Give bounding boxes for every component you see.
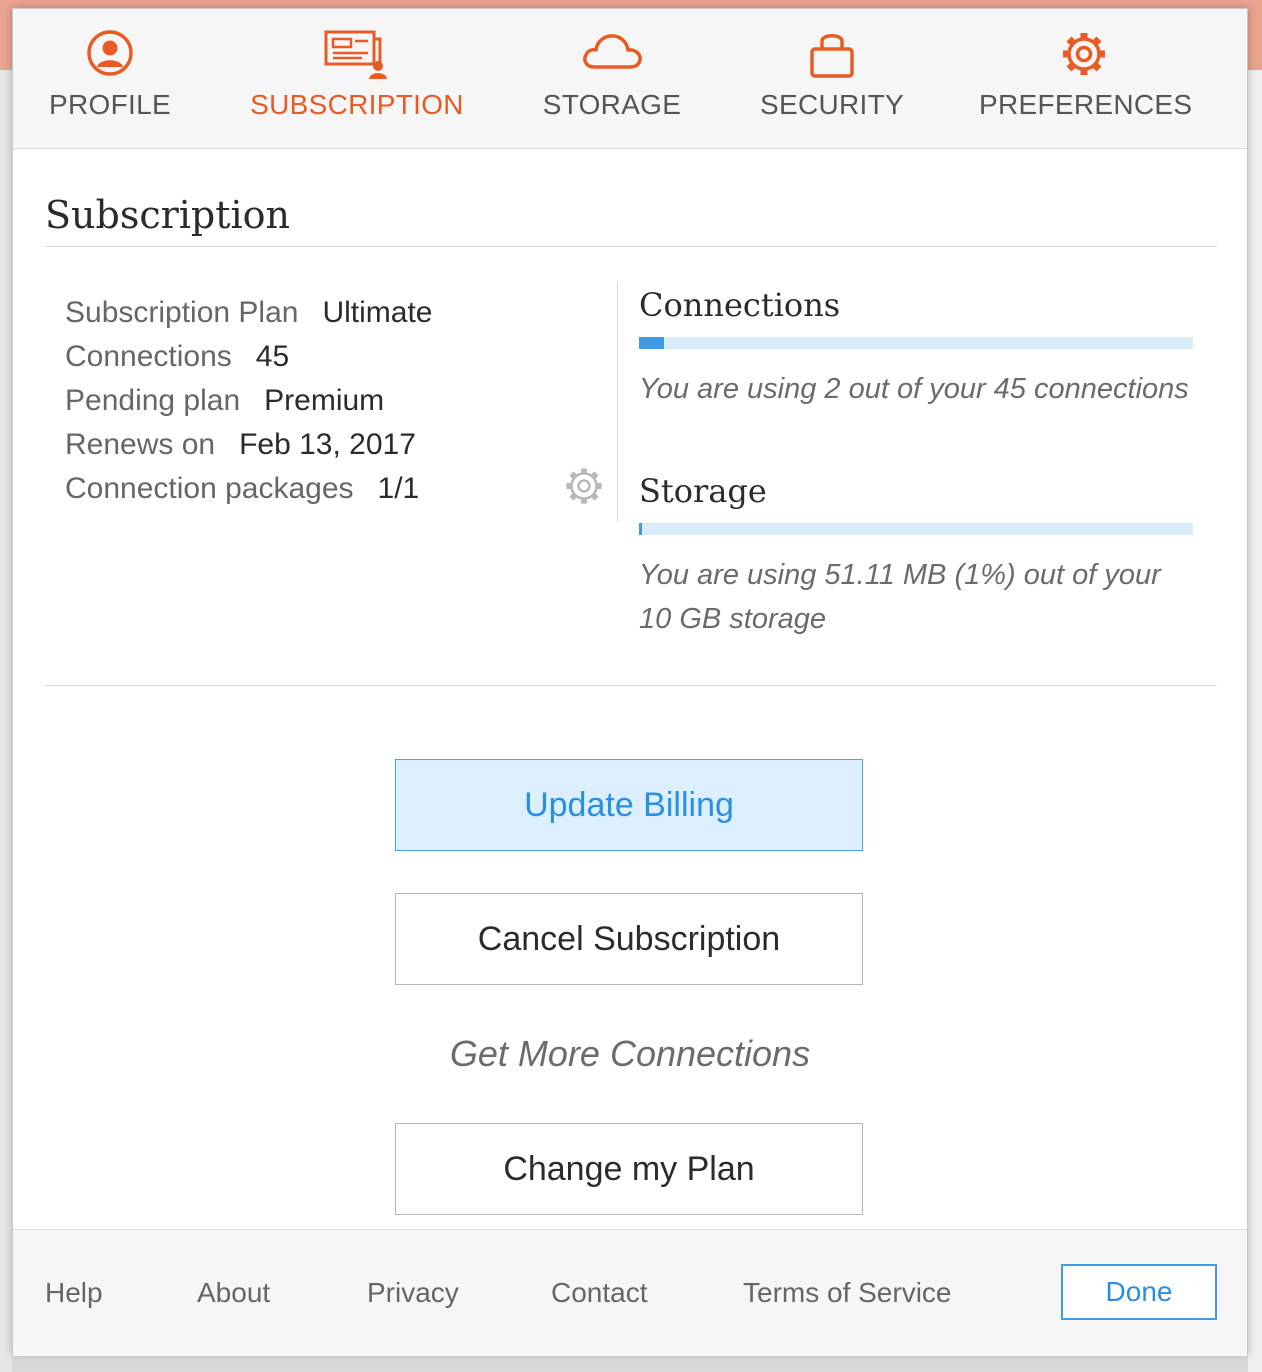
dialog-footer: Help About Privacy Contact Terms of Serv… <box>13 1229 1247 1356</box>
footer-link-contact[interactable]: Contact <box>551 1230 648 1356</box>
detail-row-connection-packages: Connection packages 1/1 <box>65 467 433 511</box>
detail-key: Connection packages <box>65 472 354 505</box>
detail-value: Ultimate <box>322 296 433 329</box>
tab-storage[interactable]: STORAGE <box>533 9 691 148</box>
settings-tab-bar: PROFILE SUBSCRIPTION STORAGE SECURITY PR… <box>13 9 1247 149</box>
storage-usage-fill <box>639 523 642 535</box>
subscription-details: Subscription Plan Ultimate Connections 45 … <box>65 291 433 511</box>
tab-security-label: SECURITY <box>760 89 904 120</box>
detail-value: 45 <box>255 340 290 373</box>
cloud-icon <box>583 34 642 69</box>
package-settings-gear-icon[interactable] <box>563 465 605 507</box>
detail-value: Feb 13, 2017 <box>239 428 416 461</box>
connections-usage: Connections You are using 2 out of your … <box>639 281 1193 411</box>
page-title: Subscription <box>45 193 291 237</box>
detail-key: Renews on <box>65 428 216 461</box>
detail-key: Subscription Plan <box>65 296 299 329</box>
background-window-right <box>1248 70 1262 1372</box>
detail-row-plan: Subscription Plan Ultimate <box>65 291 433 335</box>
tab-subscription-label: SUBSCRIPTION <box>250 89 464 120</box>
tab-profile-label: PROFILE <box>49 89 171 120</box>
gear-icon <box>1063 33 1105 75</box>
detail-key: Connections <box>65 340 232 373</box>
storage-usage-title: Storage <box>639 472 767 510</box>
connections-usage-bar <box>639 337 1193 349</box>
user-circle-icon <box>87 30 133 76</box>
storage-usage-bar <box>639 523 1193 535</box>
done-button[interactable]: Done <box>1061 1264 1217 1320</box>
storage-usage: Storage You are using 51.11 MB (1%) out … <box>639 467 1193 641</box>
detail-value: Premium <box>264 384 385 417</box>
storage-usage-text: You are using 51.11 MB (1%) out of your … <box>639 559 1161 635</box>
connections-usage-title: Connections <box>639 286 841 324</box>
tab-subscription[interactable]: SUBSCRIPTION <box>246 9 468 148</box>
footer-link-privacy[interactable]: Privacy <box>367 1230 459 1356</box>
detail-key: Pending plan <box>65 384 241 417</box>
actions-divider <box>45 685 1217 686</box>
detail-row-renews-on: Renews on Feb 13, 2017 <box>65 423 433 467</box>
connections-usage-text: You are using 2 out of your 45 connectio… <box>639 373 1189 405</box>
tab-preferences-label: PREFERENCES <box>979 89 1193 120</box>
lock-icon <box>810 34 854 78</box>
details-usage-divider <box>617 281 618 521</box>
detail-row-connections: Connections 45 <box>65 335 433 379</box>
footer-link-help[interactable]: Help <box>45 1230 103 1356</box>
tab-storage-label: STORAGE <box>542 89 682 120</box>
detail-row-pending-plan: Pending plan Premium <box>65 379 433 423</box>
account-settings-dialog: PROFILE SUBSCRIPTION STORAGE SECURITY PR… <box>12 8 1248 1356</box>
cancel-subscription-button[interactable]: Cancel Subscription <box>395 893 863 985</box>
tab-preferences[interactable]: PREFERENCES <box>979 9 1193 148</box>
detail-value: 1/1 <box>377 472 420 505</box>
tab-security[interactable]: SECURITY <box>753 9 911 148</box>
change-plan-button[interactable]: Change my Plan <box>395 1123 863 1215</box>
update-billing-button[interactable]: Update Billing <box>395 759 863 851</box>
background-window-left <box>0 70 12 1372</box>
subscription-card-icon <box>324 30 387 79</box>
connections-usage-fill <box>639 337 664 349</box>
title-divider <box>45 246 1217 247</box>
tab-profile[interactable]: PROFILE <box>35 9 185 148</box>
footer-link-terms[interactable]: Terms of Service <box>743 1230 952 1356</box>
get-more-connections-label: Get More Connections <box>449 1033 811 1074</box>
footer-link-about[interactable]: About <box>197 1230 270 1356</box>
